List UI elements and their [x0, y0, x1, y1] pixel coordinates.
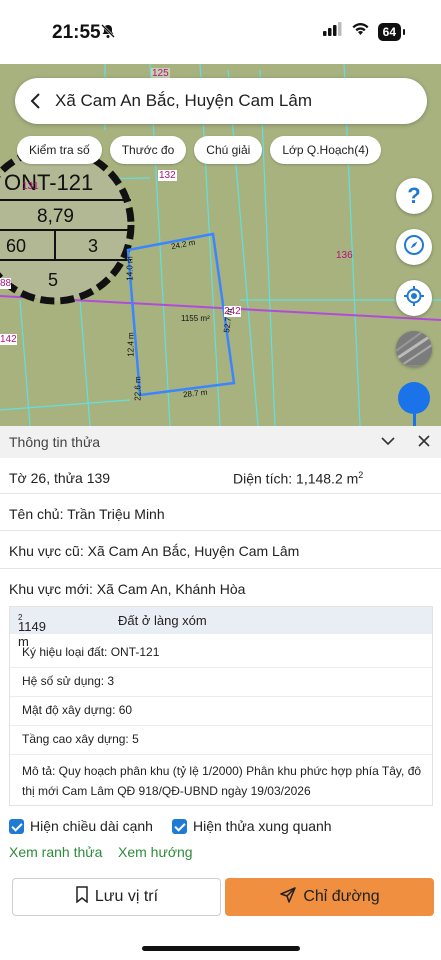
gps-icon: [403, 285, 425, 312]
back-arrow-icon[interactable]: [15, 78, 55, 124]
show-neighbors-label: Hiện thửa xung quanh: [193, 818, 332, 834]
chip-planning-layers[interactable]: Lớp Q.Hoạch(4): [270, 136, 381, 164]
owner-name: Tên chủ: Trần Triệu Minh: [9, 506, 165, 522]
drag-handle[interactable]: [398, 382, 430, 414]
parcel-area: Diện tích: 1,148.2 m2: [233, 470, 364, 487]
checkbox-checked-icon[interactable]: [9, 818, 24, 834]
directions-button[interactable]: Chỉ đường: [225, 878, 434, 916]
planning-area: 1149 m2: [18, 613, 46, 649]
location-title: Xã Cam An Bắc, Huyện Cam Lâm: [55, 91, 313, 110]
planning-description: Mô tả: Quy hoạch phân khu (tỷ lệ 1/2000)…: [22, 764, 422, 798]
battery-indicator: 64: [377, 22, 406, 41]
plot-code-label: ONT-121: [4, 170, 94, 195]
view-direction-link[interactable]: Xem hướng: [118, 844, 193, 860]
parcel-number-label: 131: [22, 181, 39, 192]
home-indicator: [142, 946, 300, 951]
land-type: Đất ở làng xóm: [118, 613, 207, 628]
coef-label: 8,79: [37, 206, 74, 227]
chip-measure[interactable]: Thước đo: [109, 136, 187, 164]
chevron-down-icon[interactable]: [380, 433, 396, 454]
save-location-button[interactable]: Lưu vị trí: [12, 878, 221, 916]
parcel-id-row: Tờ 26, thửa 139 Diện tích: 1,148.2 m2: [0, 458, 441, 494]
help-icon: ?: [407, 183, 421, 208]
parcel-number-label: 136: [336, 250, 353, 261]
send-arrow-icon: [279, 886, 297, 909]
parcel-number-label: 88: [0, 278, 12, 289]
parcel-number-label: 132: [158, 170, 177, 181]
compass-icon: [403, 234, 425, 261]
chip-legend[interactable]: Chú giải: [194, 136, 263, 164]
wifi-icon: [351, 22, 370, 41]
height-label: 3: [88, 236, 99, 256]
status-time: 21:55: [52, 22, 101, 43]
chip-check-number[interactable]: Kiểm tra số: [17, 136, 102, 164]
signal-icon: [322, 22, 343, 41]
owner-row: Tên chủ: Trần Triệu Minh: [0, 494, 441, 531]
new-area-row: Khu vực mới: Xã Cam An, Khánh Hòa: [0, 569, 441, 605]
my-location-button[interactable]: [396, 280, 432, 316]
show-neighbors-option[interactable]: Hiện thửa xung quanh: [172, 818, 332, 834]
sheet-parcel-number: Tờ 26, thửa 139: [9, 470, 111, 486]
edge-length-label: 22.6 m: [133, 376, 143, 401]
map-tools: Kiểm tra số Thước đo Chú giải Lớp Q.Hoạc…: [17, 136, 381, 164]
directions-label: Chỉ đường: [303, 888, 380, 905]
show-edge-lengths-option[interactable]: Hiện chiều dài cạnh: [9, 818, 153, 834]
new-area: Khu vực mới: Xã Cam An, Khánh Hòa: [9, 581, 246, 597]
compass-button[interactable]: [396, 229, 432, 265]
usage-coefficient: Hệ số sử dụng: 3: [22, 674, 115, 688]
drag-handle-stem: [413, 413, 416, 426]
land-symbol: Ký hiệu loại đất: ONT-121: [22, 645, 160, 659]
building-floors: Tầng cao xây dựng: 5: [22, 732, 139, 746]
location-search-bar[interactable]: Xã Cam An Bắc, Huyện Cam Lâm: [15, 78, 427, 124]
satellite-layer-button[interactable]: [396, 331, 432, 367]
planning-detail-box: 1149 m2 Đất ở làng xóm Ký hiệu loại đất:…: [9, 606, 433, 806]
floors-label: 5: [48, 270, 59, 290]
help-button[interactable]: ?: [396, 178, 432, 214]
parcel-number-label: 142: [0, 334, 17, 345]
parcel-info-title: Thông tin thửa: [9, 434, 101, 450]
edge-length-label: 14.0 m: [125, 256, 135, 281]
bell-muted-icon: [100, 23, 116, 44]
building-density: Mật độ xây dựng: 60: [22, 703, 133, 717]
close-icon[interactable]: [417, 433, 431, 454]
parcel-area-label: 1155 m²: [181, 314, 210, 323]
show-edge-lengths-label: Hiện chiều dài cạnh: [30, 818, 153, 834]
bookmark-icon: [75, 886, 89, 908]
parcel-info-header: Thông tin thửa: [0, 426, 441, 458]
checkbox-checked-icon[interactable]: [172, 818, 187, 834]
density-label: 60: [6, 236, 27, 256]
old-area-row: Khu vực cũ: Xã Cam An Bắc, Huyện Cam Lâm: [0, 531, 441, 569]
status-bar: 21:55 64: [0, 0, 441, 64]
old-area: Khu vực cũ: Xã Cam An Bắc, Huyện Cam Lâm: [9, 543, 300, 559]
satellite-thumbnail-icon: [396, 331, 432, 367]
edge-length-label: 12.4 m: [126, 332, 136, 357]
view-boundary-link[interactable]: Xem ranh thửa: [9, 844, 102, 860]
planning-detail-header: 1149 m2 Đất ở làng xóm: [10, 607, 432, 649]
save-location-label: Lưu vị trí: [94, 888, 159, 905]
